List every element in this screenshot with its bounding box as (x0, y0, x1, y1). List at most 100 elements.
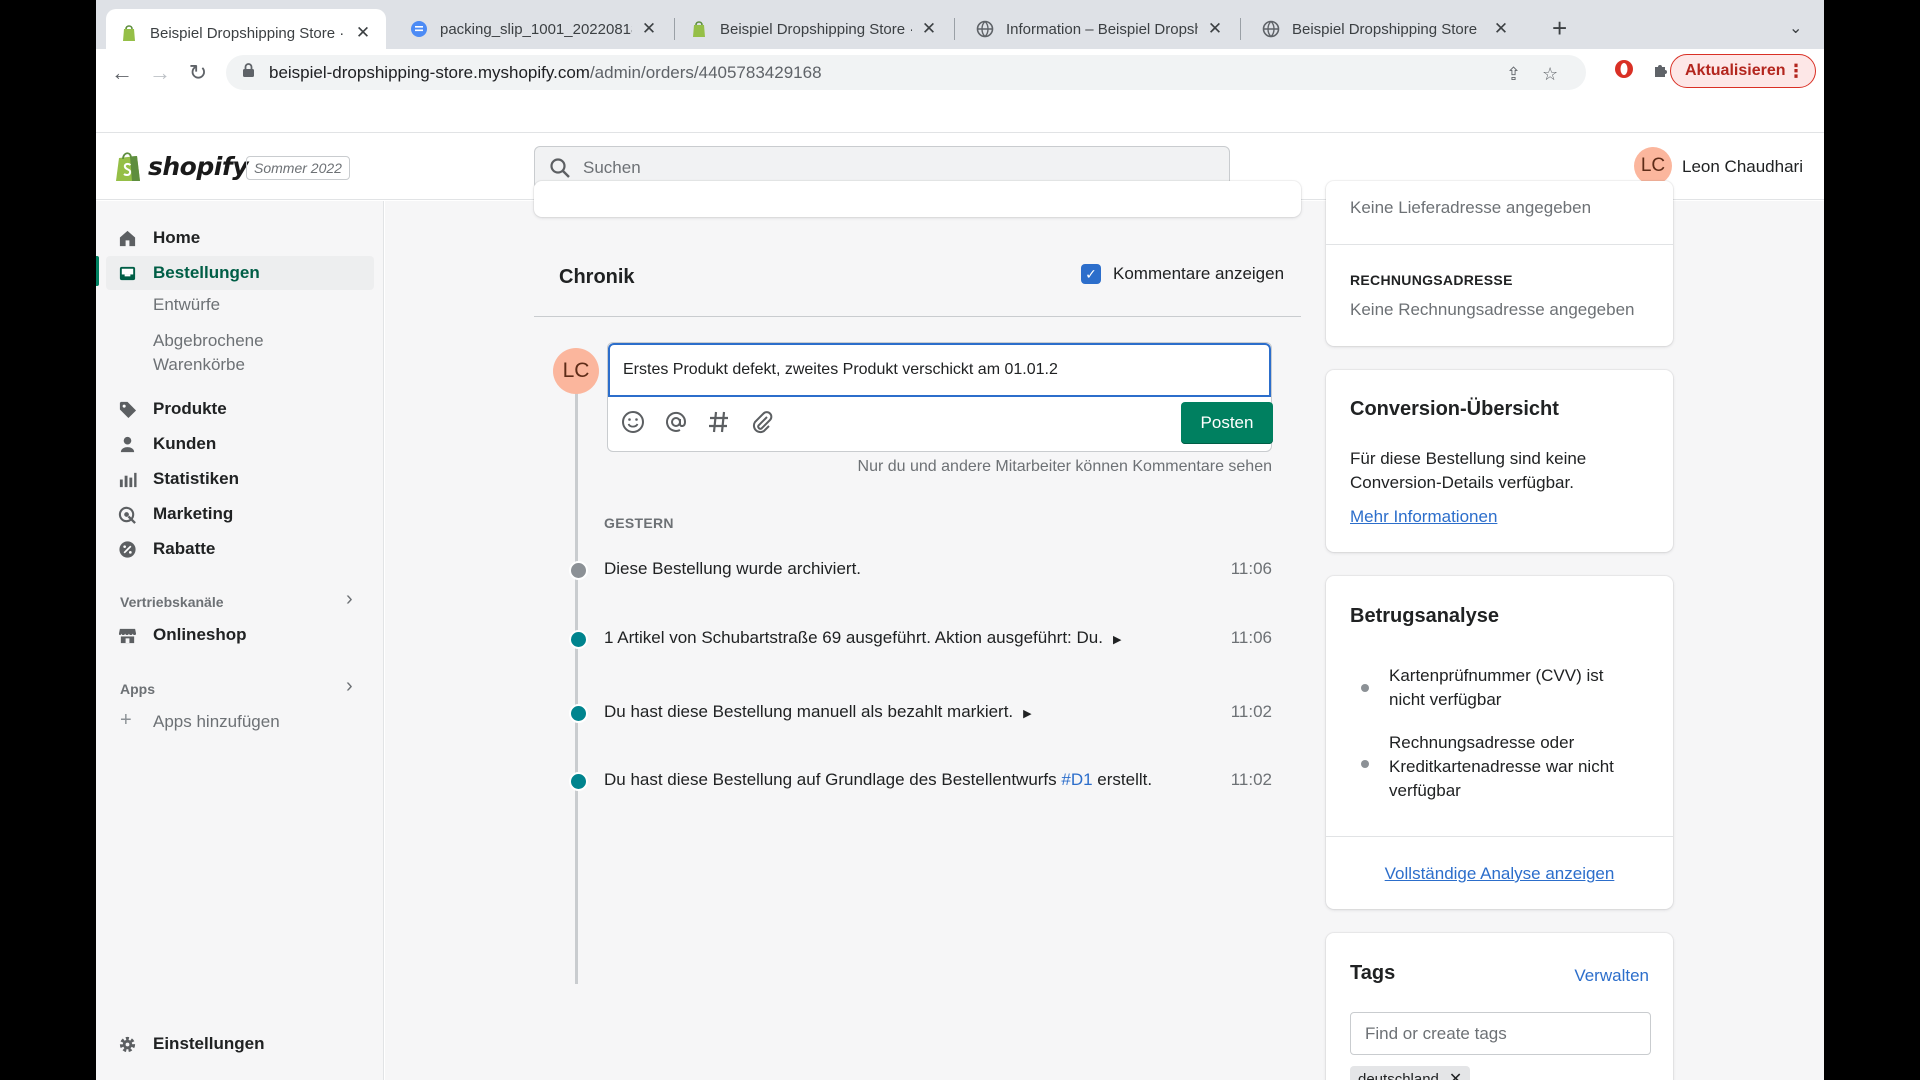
sidebar-item-analytics[interactable]: Statistiken (106, 462, 374, 496)
url-host: beispiel-dropshipping-store.myshopify.co… (269, 62, 590, 82)
user-avatar[interactable]: LC (1634, 147, 1672, 185)
timeline-event: Du hast diese Bestellung auf Grundlage d… (385, 768, 1285, 794)
person-icon (120, 436, 135, 453)
sidebar-subitem-abandoned-line2[interactable]: Warenkörbe (153, 353, 245, 377)
sidebar-item-online-store[interactable]: Onlineshop (106, 618, 374, 652)
chevron-right-icon[interactable]: › (346, 675, 353, 698)
sidebar-item-add-apps[interactable]: + Apps hinzufügen (106, 705, 374, 739)
address-bar[interactable]: beispiel-dropshipping-store.myshopify.co… (226, 55, 1586, 90)
event-text-wrapper[interactable]: 1 Artikel von Schubartstraße 69 ausgefüh… (604, 628, 1121, 648)
shopify-favicon-icon (693, 21, 705, 37)
sidebar-item-home[interactable]: Home (106, 221, 374, 255)
new-tab-plus-icon[interactable]: + (1552, 13, 1567, 44)
close-icon[interactable]: ✕ (1206, 19, 1224, 39)
timeline-dot (569, 630, 588, 649)
browser-tab-2[interactable]: packing_slip_1001_20220818T ✕ (396, 9, 672, 49)
sidebar-item-orders[interactable]: Bestellungen (106, 256, 374, 290)
close-icon[interactable]: ✕ (354, 23, 372, 43)
tab-search-chevron-icon[interactable]: ⌄ (1789, 18, 1802, 38)
event-text-before: Du hast diese Bestellung auf Grundlage d… (604, 770, 1062, 789)
screen: Beispiel Dropshipping Store · Bestellung… (96, 0, 1824, 1080)
close-icon[interactable]: ✕ (1492, 19, 1510, 39)
user-name[interactable]: Leon Chaudhari (1682, 157, 1803, 177)
sidebar-subitem-drafts[interactable]: Entwürfe (153, 293, 220, 317)
timeline-event[interactable]: Du hast diese Bestellung manuell als bez… (385, 700, 1285, 726)
sidebar-subitem-abandoned-line1[interactable]: Abgebrochene (153, 329, 264, 353)
more-info-link[interactable]: Mehr Informationen (1350, 505, 1497, 529)
extensions-puzzle-icon[interactable] (1652, 59, 1672, 85)
tab-title: Beispiel Dropshipping Store (1292, 20, 1478, 38)
caret-right-icon[interactable]: ▶ (1023, 708, 1031, 720)
sidebar-item-marketing[interactable]: Marketing (106, 497, 374, 531)
event-text-wrapper[interactable]: Du hast diese Bestellung manuell als bez… (604, 702, 1032, 722)
gear-icon (119, 1036, 136, 1053)
back-arrow-icon[interactable]: ← (110, 60, 134, 86)
tab-separator (1240, 18, 1241, 40)
shopify-logo[interactable]: shopify (114, 150, 249, 182)
close-icon[interactable]: ✕ (920, 19, 938, 39)
comment-input[interactable] (608, 343, 1271, 397)
manage-tags-link[interactable]: Verwalten (1574, 964, 1649, 988)
draft-order-link[interactable]: #D1 (1061, 770, 1092, 789)
tab-title: Information – Beispiel Dropshipping (1006, 20, 1198, 38)
emoji-icon[interactable] (620, 409, 646, 435)
edition-badge: Sommer 2022 (246, 156, 350, 180)
sidebar-item-label: Apps hinzufügen (153, 712, 280, 731)
hashtag-icon[interactable] (706, 409, 732, 435)
discount-icon (119, 541, 136, 558)
conversion-text-line1: Für diese Bestellung sind keine (1350, 449, 1587, 468)
caret-right-icon[interactable]: ▶ (1113, 634, 1121, 646)
star-bookmark-icon[interactable]: ☆ (1542, 64, 1558, 85)
chevron-right-icon[interactable]: › (346, 588, 353, 611)
timeline-dot (569, 704, 588, 723)
search-placeholder: Suchen (583, 157, 641, 177)
sidebar-item-label: Einstellungen (153, 1034, 265, 1053)
shopify-wordmark: shopify (148, 151, 249, 181)
mention-at-icon[interactable] (663, 409, 689, 435)
sidebar-item-label: Statistiken (153, 469, 239, 488)
fraud-title: Betrugsanalyse (1350, 605, 1499, 627)
reload-icon[interactable]: ↻ (186, 60, 210, 86)
sidebar-item-products[interactable]: Produkte (106, 392, 374, 426)
timeline-dot (569, 772, 588, 791)
divider (1326, 836, 1673, 837)
sidebar-item-customers[interactable]: Kunden (106, 427, 374, 461)
attachment-paperclip-icon[interactable] (749, 409, 775, 435)
tab-title: Beispiel Dropshipping Store · Versand (720, 20, 912, 38)
sidebar-item-label: Produkte (153, 399, 227, 418)
share-icon[interactable]: ⇪ (1506, 64, 1521, 85)
store-icon (118, 628, 137, 644)
globe-favicon-icon (1262, 20, 1280, 38)
timeline-dot (569, 561, 588, 580)
forward-arrow-icon[interactable]: → (148, 60, 172, 86)
document-favicon-icon (411, 21, 427, 37)
checkmark-icon: ✓ (1081, 264, 1101, 284)
shopify-bag-icon (116, 152, 140, 181)
browser-tab-3[interactable]: Beispiel Dropshipping Store · Versand ✕ (676, 9, 952, 49)
browser-tab-5[interactable]: Beispiel Dropshipping Store ✕ (1248, 9, 1524, 49)
remove-tag-icon[interactable]: ✕ (1449, 1069, 1462, 1080)
update-browser-button[interactable]: Aktualisieren ⋮ (1670, 54, 1816, 88)
sidebar-item-settings[interactable]: Einstellungen (106, 1027, 374, 1061)
show-comments-label: Kommentare anzeigen (1113, 264, 1285, 283)
post-comment-button[interactable]: Posten (1181, 402, 1273, 444)
sidebar-item-discounts[interactable]: Rabatte (106, 532, 374, 566)
event-text: Diese Bestellung wurde archiviert. (604, 559, 862, 578)
timeline-event[interactable]: 1 Artikel von Schubartstraße 69 ausgefüh… (385, 626, 1285, 652)
bullet-icon (1361, 684, 1369, 692)
divider (1326, 244, 1673, 245)
full-analysis-link[interactable]: Vollständige Analyse anzeigen (1326, 862, 1673, 886)
timeline-event: Diese Bestellung wurde archiviert. 11:06 (385, 557, 1285, 583)
show-comments-checkbox[interactable]: ✓ Kommentare anzeigen (1081, 264, 1284, 284)
close-icon[interactable]: ✕ (640, 19, 658, 39)
browser-toolbar: ← → ↻ beispiel-dropshipping-store.myshop… (96, 49, 1824, 95)
lock-icon (242, 62, 255, 83)
browser-tab-4[interactable]: Information – Beispiel Dropshipping ✕ (962, 9, 1238, 49)
address-card: Keine Lieferadresse angegeben RECHNUNGSA… (1326, 181, 1673, 346)
tags-input[interactable] (1350, 1012, 1651, 1055)
event-time: 11:02 (1230, 702, 1272, 721)
extension-opera-icon[interactable] (1614, 59, 1634, 85)
orders-icon (119, 266, 136, 281)
conversion-card: Conversion-Übersicht Für diese Bestellun… (1326, 370, 1673, 552)
shopify-favicon-icon (123, 25, 135, 41)
